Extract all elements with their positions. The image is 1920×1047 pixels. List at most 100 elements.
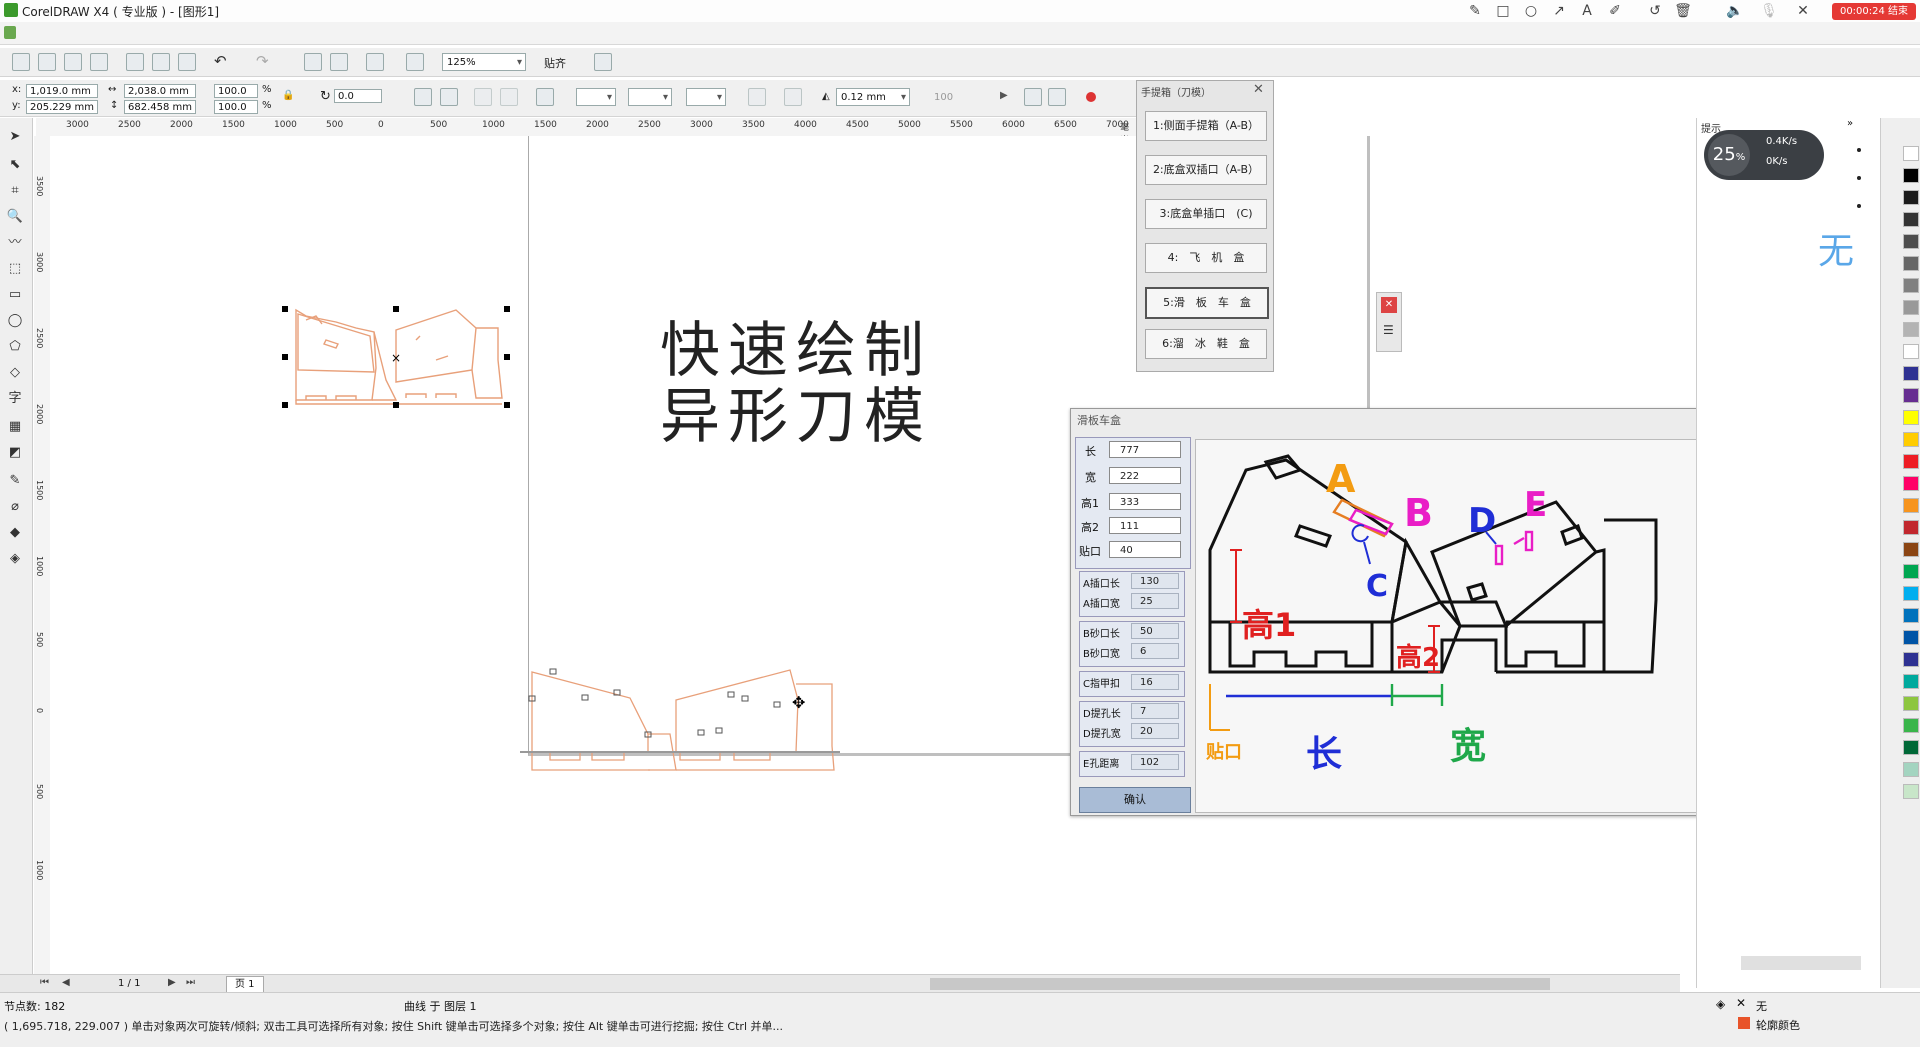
b-slot-length-input[interactable]: 50 (1131, 623, 1179, 639)
box-option-6[interactable]: 6:溜 冰 鞋 盒 (1145, 329, 1267, 359)
zoom-combo[interactable]: 125% (442, 53, 526, 72)
a-slot-length-input[interactable]: 130 (1131, 573, 1179, 589)
palette-swatch[interactable] (1903, 608, 1919, 623)
palette-swatch[interactable] (1903, 146, 1919, 161)
d-hole-length-input[interactable]: 7 (1131, 703, 1179, 719)
crop-tool-icon[interactable]: ⌗ (6, 182, 24, 200)
end-arrow-combo[interactable] (686, 88, 726, 107)
play-icon[interactable]: ▶ (1000, 90, 1008, 101)
options-icon[interactable] (594, 53, 612, 71)
recording-timer[interactable]: 00:00:24 结束 (1832, 3, 1916, 20)
width-field[interactable]: 2,038.0 mm (124, 84, 196, 98)
export-icon[interactable] (330, 53, 348, 71)
width-input[interactable]: 222 (1109, 467, 1181, 484)
y-position-field[interactable]: 205.229 mm (26, 100, 98, 114)
mirror-v-icon[interactable] (440, 88, 458, 106)
box-option-2[interactable]: 2:底盒双插口（A-B） (1145, 155, 1267, 185)
cut-icon[interactable] (126, 53, 144, 71)
paste-icon[interactable] (178, 53, 196, 71)
die-line-object-selected[interactable]: × (276, 300, 516, 412)
ellipse-tool-icon[interactable]: ◯ (6, 312, 24, 330)
snap-dropdown[interactable]: 贴齐 (544, 55, 566, 71)
table-tool-icon[interactable]: ▦ (6, 418, 24, 436)
outline-tool-icon[interactable]: ⌀ (6, 498, 24, 516)
pen-icon[interactable]: ✎ (1466, 3, 1484, 19)
speaker-icon[interactable]: 🔈 (1726, 3, 1744, 19)
app-launcher-icon[interactable] (366, 53, 384, 71)
palette-swatch[interactable] (1903, 696, 1919, 711)
new-icon[interactable] (12, 53, 30, 71)
mic-icon[interactable]: 🎙 (1760, 3, 1778, 19)
record-icon[interactable] (1086, 92, 1096, 102)
palette-swatch[interactable] (1903, 564, 1919, 579)
smart-fill-icon[interactable]: ⬚ (6, 260, 24, 278)
mini-close-icon[interactable]: ✕ (1381, 297, 1397, 313)
basic-shapes-icon[interactable]: ◇ (6, 364, 24, 382)
palette-swatch[interactable] (1903, 762, 1919, 777)
palette-swatch[interactable] (1903, 674, 1919, 689)
scroll-thumb[interactable] (930, 978, 1550, 990)
close-icon[interactable]: ✕ (1794, 3, 1812, 19)
copy-icon[interactable] (152, 53, 170, 71)
box-option-5[interactable]: 5:滑 板 车 盒 (1145, 287, 1269, 319)
freehand-tool-icon[interactable]: 〰 (6, 234, 24, 252)
palette-swatch[interactable] (1903, 168, 1919, 183)
height2-input[interactable]: 111 (1109, 517, 1181, 534)
c-thumb-input[interactable]: 16 (1131, 674, 1179, 690)
height1-input[interactable]: 333 (1109, 493, 1181, 510)
cut-mark-icon[interactable] (1048, 88, 1066, 106)
print-icon[interactable] (90, 53, 108, 71)
page-tab[interactable]: 页 1 (226, 976, 264, 993)
box-option-3[interactable]: 3:底盒单插口 (C) (1145, 199, 1267, 229)
close-curve-icon[interactable] (748, 88, 766, 106)
first-page-icon[interactable]: ⏮ (40, 977, 49, 988)
shape-icon[interactable] (536, 88, 554, 106)
pick-tool-icon[interactable]: ➤ (6, 128, 24, 146)
outline-width-combo[interactable]: 0.12 mm (836, 88, 910, 107)
undo-icon[interactable]: ↺ (1646, 3, 1664, 19)
interactive-fill-icon[interactable]: ◈ (6, 550, 24, 568)
import-icon[interactable] (304, 53, 322, 71)
save-icon[interactable] (64, 53, 82, 71)
start-arrow-combo[interactable] (576, 88, 616, 107)
palette-swatch[interactable] (1903, 234, 1919, 249)
text-icon[interactable]: A (1578, 3, 1596, 19)
height-field[interactable]: 682.458 mm (124, 100, 196, 114)
vertical-ruler[interactable]: 3500 3000 2500 2000 1500 1000 500 0 500 1000 (34, 136, 51, 976)
palette-swatch[interactable] (1903, 740, 1919, 755)
palette-swatch[interactable] (1903, 256, 1919, 271)
mini-tool-icon[interactable]: ☰ (1383, 323, 1394, 337)
palette-swatch[interactable] (1903, 432, 1919, 447)
line-style-combo[interactable] (628, 88, 672, 107)
box-option-1[interactable]: 1:侧面手提箱（A-B） (1145, 111, 1267, 141)
palette-swatch[interactable] (1903, 652, 1919, 667)
hints-scrollbar[interactable] (1741, 956, 1861, 970)
palette-swatch[interactable] (1903, 388, 1919, 403)
line-icon[interactable] (500, 88, 518, 106)
smooth-icon[interactable] (474, 88, 492, 106)
palette-swatch[interactable] (1903, 476, 1919, 491)
palette-swatch[interactable] (1903, 454, 1919, 469)
marker-icon[interactable]: ✐ (1606, 3, 1624, 19)
open-icon[interactable] (38, 53, 56, 71)
box-menu-close-icon[interactable]: ✕ (1253, 82, 1264, 97)
rectangle-icon[interactable]: □ (1494, 3, 1512, 19)
palette-swatch[interactable] (1903, 718, 1919, 733)
text-tool-icon[interactable]: 字 (6, 390, 24, 408)
box-option-4[interactable]: 4: 飞 机 盒 (1145, 243, 1267, 273)
arrow-icon[interactable]: ↗ (1550, 3, 1568, 19)
macro-icon[interactable] (1024, 88, 1042, 106)
horizontal-scrollbar[interactable] (880, 974, 1680, 993)
scale-x-field[interactable]: 100.0 (214, 84, 258, 98)
shape-tool-icon[interactable]: ⬉ (6, 156, 24, 174)
e-distance-input[interactable]: 102 (1131, 754, 1179, 770)
last-page-icon[interactable]: ⏭ (186, 977, 195, 988)
redo-icon[interactable]: ↷ (256, 52, 269, 70)
palette-swatch[interactable] (1903, 212, 1919, 227)
scale-y-field[interactable]: 100.0 (214, 100, 258, 114)
b-slot-width-input[interactable]: 6 (1131, 643, 1179, 659)
glue-input[interactable]: 40 (1109, 541, 1181, 558)
palette-swatch[interactable] (1903, 278, 1919, 293)
palette-swatch[interactable] (1903, 630, 1919, 645)
palette-swatch[interactable] (1903, 322, 1919, 337)
